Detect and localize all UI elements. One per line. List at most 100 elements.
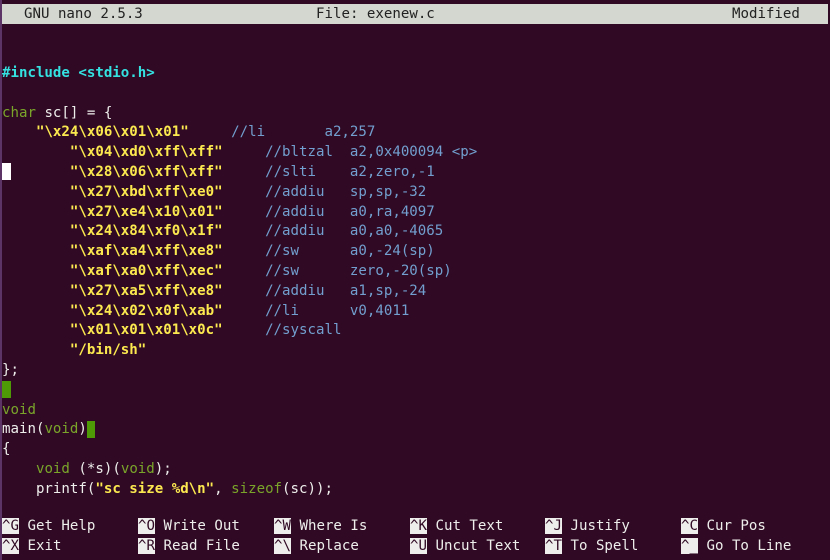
code-line: "\x24\x02\x0f\xab" //li v0,4011	[2, 302, 477, 322]
code-token-plain: );	[154, 460, 172, 477]
code-line: #include <stdio.h>	[2, 64, 477, 84]
code-line: "/bin/sh"	[2, 341, 477, 361]
code-line: "\xaf\xa4\xff\xe8" //sw a0,-24(sp)	[2, 242, 477, 262]
code-token-plain: (*s)(	[69, 460, 121, 477]
trailing-whitespace-marker	[2, 381, 11, 399]
shortcut-justify[interactable]: ^J Justify	[545, 516, 630, 536]
code-token-str: "sc size %d\n"	[95, 480, 215, 497]
shortcut-label: Read File	[163, 538, 240, 554]
code-token-type: void	[2, 401, 36, 418]
code-line: "\x28\x06\xff\xff" //slti a2,zero,-1	[2, 163, 477, 183]
shortcut-label: Get Help	[27, 518, 96, 534]
code-line: "\x27\xa5\xff\xe8" //addiu a1,sp,-24	[2, 282, 477, 302]
code-line: "\x24\x84\xf0\x1f" //addiu a0,a0,-4065	[2, 222, 477, 242]
code-line: void (*s)(void);	[2, 460, 477, 480]
code-token-cmt: //slti a2,zero,-1	[265, 163, 435, 180]
shortcut-key: ^X	[2, 538, 19, 554]
code-token-str: "\xaf\xa4\xff\xe8"	[69, 243, 223, 260]
nano-title-bar: GNU nano 2.5.3 File: exenew.c Modified	[2, 4, 828, 24]
trailing-whitespace-marker	[86, 420, 96, 438]
shortcut-key: ^_	[681, 538, 698, 554]
shortcut-label: Where Is	[299, 518, 368, 534]
code-token-cmt: //addiu a0,ra,4097	[265, 203, 435, 220]
shortcut-key: ^C	[681, 518, 698, 534]
cursor	[2, 163, 11, 181]
code-token-str: "\xaf\xa0\xff\xec"	[69, 262, 223, 279]
shortcut-exit[interactable]: ^X Exit	[2, 536, 61, 556]
code-line: "\x27\xbd\xff\xe0" //addiu sp,sp,-32	[2, 183, 477, 203]
code-token-str: "\x27\xa5\xff\xe8"	[69, 282, 223, 299]
code-line: {	[2, 440, 477, 460]
code-line: "\x24\x06\x01\x01" //li a2,257	[2, 123, 477, 143]
code-token-str: "\x01\x01\x01\x0c"	[69, 322, 223, 339]
shortcut-cut-text[interactable]: ^K Cut Text	[410, 516, 503, 536]
code-line: "\xaf\xa0\xff\xec" //sw zero,-20(sp)	[2, 262, 477, 282]
shortcut-to-spell[interactable]: ^T To Spell	[545, 536, 638, 556]
code-token-plain: ,	[214, 480, 232, 497]
shortcut-label: Justify	[570, 518, 630, 534]
shortcut-key: ^G	[2, 518, 19, 534]
shortcut-replace[interactable]: ^\ Replace	[274, 536, 359, 556]
shortcut-key: ^O	[138, 518, 155, 534]
code-token-type: char	[2, 104, 36, 121]
shortcut-label: Replace	[299, 538, 359, 554]
code-token-cmt: //addiu a0,a0,-4065	[265, 223, 444, 240]
shortcut-read-file[interactable]: ^R Read File	[138, 536, 240, 556]
app-version: GNU nano 2.5.3	[24, 6, 143, 22]
code-line: };	[2, 361, 477, 381]
code-token-str: "\x24\x84\xf0\x1f"	[69, 223, 223, 240]
shortcut-where-is[interactable]: ^W Where Is	[274, 516, 367, 536]
code-token-str: "\x27\xbd\xff\xe0"	[69, 183, 223, 200]
code-token-cmt: //addiu a1,sp,-24	[265, 282, 427, 299]
code-line: "\x01\x01\x01\x0c" //syscall	[2, 321, 477, 341]
shortcut-get-help[interactable]: ^G Get Help	[2, 516, 95, 536]
shortcut-write-out[interactable]: ^O Write Out	[138, 516, 240, 536]
code-line: void	[2, 401, 477, 421]
code-token-cmt: //addiu sp,sp,-32	[265, 183, 427, 200]
shortcut-uncut-text[interactable]: ^U Uncut Text	[410, 536, 520, 556]
shortcut-label: Uncut Text	[435, 538, 521, 554]
shortcut-bar: ^G Get Help ^O Write Out ^W Where Is ^K Cut…	[2, 516, 830, 556]
shortcut-key: ^K	[410, 518, 427, 534]
code-token-pre: #include <stdio.h>	[2, 65, 155, 81]
code-token-cmt: //bltzal a2,0x400094 <p>	[265, 144, 478, 161]
code-line: char sc[] = {	[2, 104, 477, 124]
code-token-str: "\x24\x06\x01\x01"	[35, 124, 189, 141]
shortcut-key: ^T	[545, 538, 562, 554]
shortcut-cur-pos[interactable]: ^C Cur Pos	[681, 516, 766, 536]
code-token-cmt: //sw zero,-20(sp)	[265, 262, 452, 279]
shortcut-row: ^G Get Help ^O Write Out ^W Where Is ^K Cut…	[2, 516, 830, 536]
editor-text-area[interactable]: #include <stdio.h> char sc[] = { "\x24\x0…	[2, 64, 477, 500]
code-token-plain: )	[78, 421, 87, 438]
code-token-str: "\x04\xd0\xff\xff"	[69, 144, 223, 161]
code-line: main(void)	[2, 420, 477, 440]
shortcut-label: Exit	[27, 538, 62, 554]
shortcut-key: ^R	[138, 538, 155, 554]
code-token-cmt: //li v0,4011	[265, 302, 410, 319]
code-line	[2, 381, 477, 401]
code-token-type: void	[35, 460, 70, 477]
shortcut-key: ^\	[274, 538, 291, 554]
shortcut-key: ^U	[410, 538, 427, 554]
code-line: printf("sc size %d\n", sizeof(sc));	[2, 480, 477, 500]
code-token-plain: sc[] = {	[35, 104, 113, 121]
code-token-str: "\x28\x06\xff\xff"	[69, 163, 223, 180]
shortcut-go-to-line[interactable]: ^_ Go To Line	[681, 536, 791, 556]
shortcut-label: Cur Pos	[706, 518, 766, 534]
